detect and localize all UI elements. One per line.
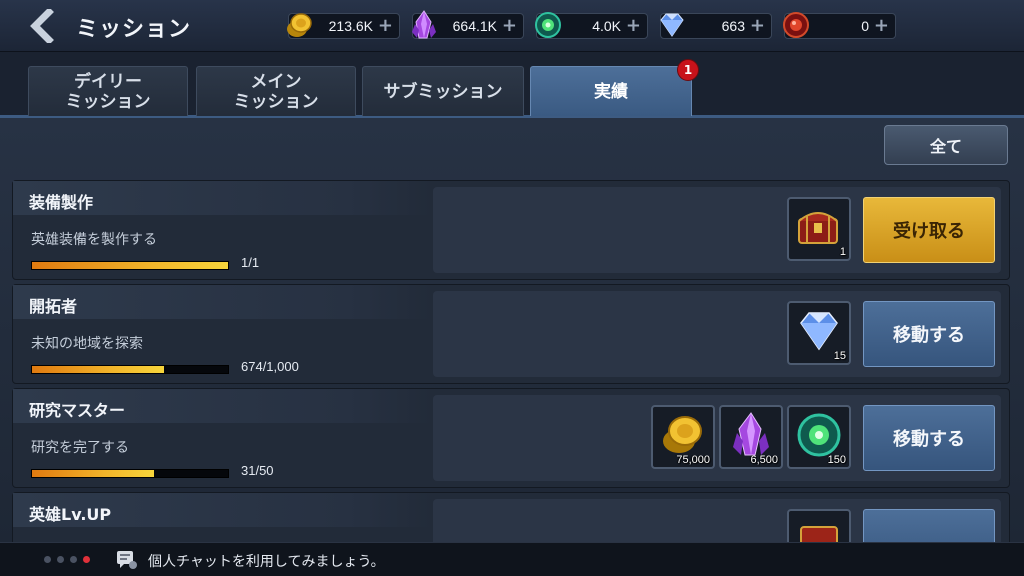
page-indicator	[44, 556, 90, 563]
progress-bar	[31, 261, 229, 270]
mission-title: 開拓者	[13, 285, 431, 319]
tab-strip: デイリー ミッション メイン ミッション サブミッション 実績 1	[0, 52, 1024, 118]
purple-crystal-icon	[412, 10, 436, 39]
tab-daily-missions[interactable]: デイリー ミッション	[28, 66, 188, 116]
page-dot	[70, 556, 77, 563]
currency-ruby: 0 +	[783, 12, 896, 39]
page-dot-active	[83, 556, 90, 563]
gold-coin-icon	[287, 13, 312, 37]
progress-fill	[32, 366, 165, 373]
ruby-value: 0	[861, 18, 869, 34]
go-button[interactable]: 移動する	[863, 301, 995, 367]
gold-value: 213.6K	[328, 18, 373, 34]
mission-row: 研究マスター 研究を完了する 31/50 75,000 6,500 150 移動…	[12, 388, 1010, 488]
reward-item[interactable]: 1	[787, 197, 851, 261]
progress-fill	[32, 470, 154, 477]
notification-badge: 1	[677, 59, 699, 81]
reward-quantity: 75,000	[676, 454, 710, 466]
mission-title: 装備製作	[13, 181, 431, 215]
mission-title: 英雄Lv.UP	[13, 493, 431, 527]
treasure-chest-icon	[798, 212, 838, 244]
progress-bar	[31, 469, 229, 478]
diamond-value: 663	[721, 18, 745, 34]
back-arrow-icon	[30, 9, 54, 43]
tab-sub-missions[interactable]: サブミッション	[362, 66, 524, 116]
mission-description: 英雄装備を製作する	[31, 232, 157, 248]
crystal-value: 664.1K	[452, 18, 497, 34]
currency-diamond: 663 +	[660, 13, 772, 39]
back-button[interactable]	[22, 6, 62, 46]
reward-item[interactable]	[787, 509, 851, 542]
claim-all-button[interactable]: 全て	[884, 125, 1008, 165]
mission-row: 装備製作 英雄装備を製作する 1/1 1 受け取る	[12, 180, 1010, 280]
top-bar: ミッション 213.6K + 664.1K + 4.0K + 663 + 0 +	[0, 0, 1024, 52]
tab-achievements-label: 実績	[594, 81, 628, 102]
reward-quantity: 150	[827, 454, 846, 466]
red-gem-icon	[783, 12, 809, 38]
orb-value: 4.0K	[592, 18, 621, 34]
chat-bar[interactable]: 個人チャットを利用してみましょう。	[0, 542, 1024, 576]
mission-description: 研究を完了する	[31, 440, 129, 456]
progress-text: 31/50	[241, 463, 274, 478]
mission-description: 未知の地域を探索	[31, 336, 143, 352]
mission-row: 英雄Lv.UP	[12, 492, 1010, 542]
add-ruby-button[interactable]: +	[874, 16, 889, 36]
chat-icon	[117, 551, 137, 569]
progress-text: 1/1	[241, 255, 260, 270]
reward-quantity: 15	[833, 350, 846, 362]
green-orb-icon	[535, 12, 561, 38]
add-diamond-button[interactable]: +	[750, 16, 765, 36]
diamond-icon	[660, 13, 684, 37]
currency-gold: 213.6K +	[287, 13, 400, 39]
reward-item[interactable]: 75,000	[651, 405, 715, 469]
claim-button[interactable]: 受け取る	[863, 197, 995, 263]
progress-bar	[31, 365, 229, 374]
tab-achievements[interactable]: 実績 1	[530, 59, 699, 116]
tab-main-missions[interactable]: メイン ミッション	[196, 66, 356, 116]
add-gold-button[interactable]: +	[378, 16, 393, 36]
mission-row: 開拓者 未知の地域を探索 674/1,000 15 移動する	[12, 284, 1010, 384]
add-crystal-button[interactable]: +	[502, 16, 517, 36]
chat-message: 個人チャットを利用してみましょう。	[148, 554, 385, 570]
progress-fill	[32, 262, 228, 269]
page-dot	[57, 556, 64, 563]
currency-crystal: 664.1K +	[412, 10, 524, 39]
add-orb-button[interactable]: +	[626, 16, 641, 36]
reward-quantity: 1	[839, 246, 846, 258]
reward-quantity: 6,500	[750, 454, 778, 466]
currency-orb: 4.0K +	[535, 12, 648, 39]
mission-list[interactable]: 全て 装備製作 英雄装備を製作する 1/1 1 受け取る 開拓者 未知の地域を探…	[0, 118, 1024, 542]
go-button[interactable]	[863, 509, 995, 542]
reward-item[interactable]: 150	[787, 405, 851, 469]
page-dot	[44, 556, 51, 563]
go-button[interactable]: 移動する	[863, 405, 995, 471]
mission-title: 研究マスター	[13, 389, 431, 423]
progress-text: 674/1,000	[241, 359, 299, 374]
reward-item[interactable]: 15	[787, 301, 851, 365]
reward-icon	[800, 526, 838, 542]
page-title: ミッション	[76, 17, 192, 42]
reward-item[interactable]: 6,500	[719, 405, 783, 469]
